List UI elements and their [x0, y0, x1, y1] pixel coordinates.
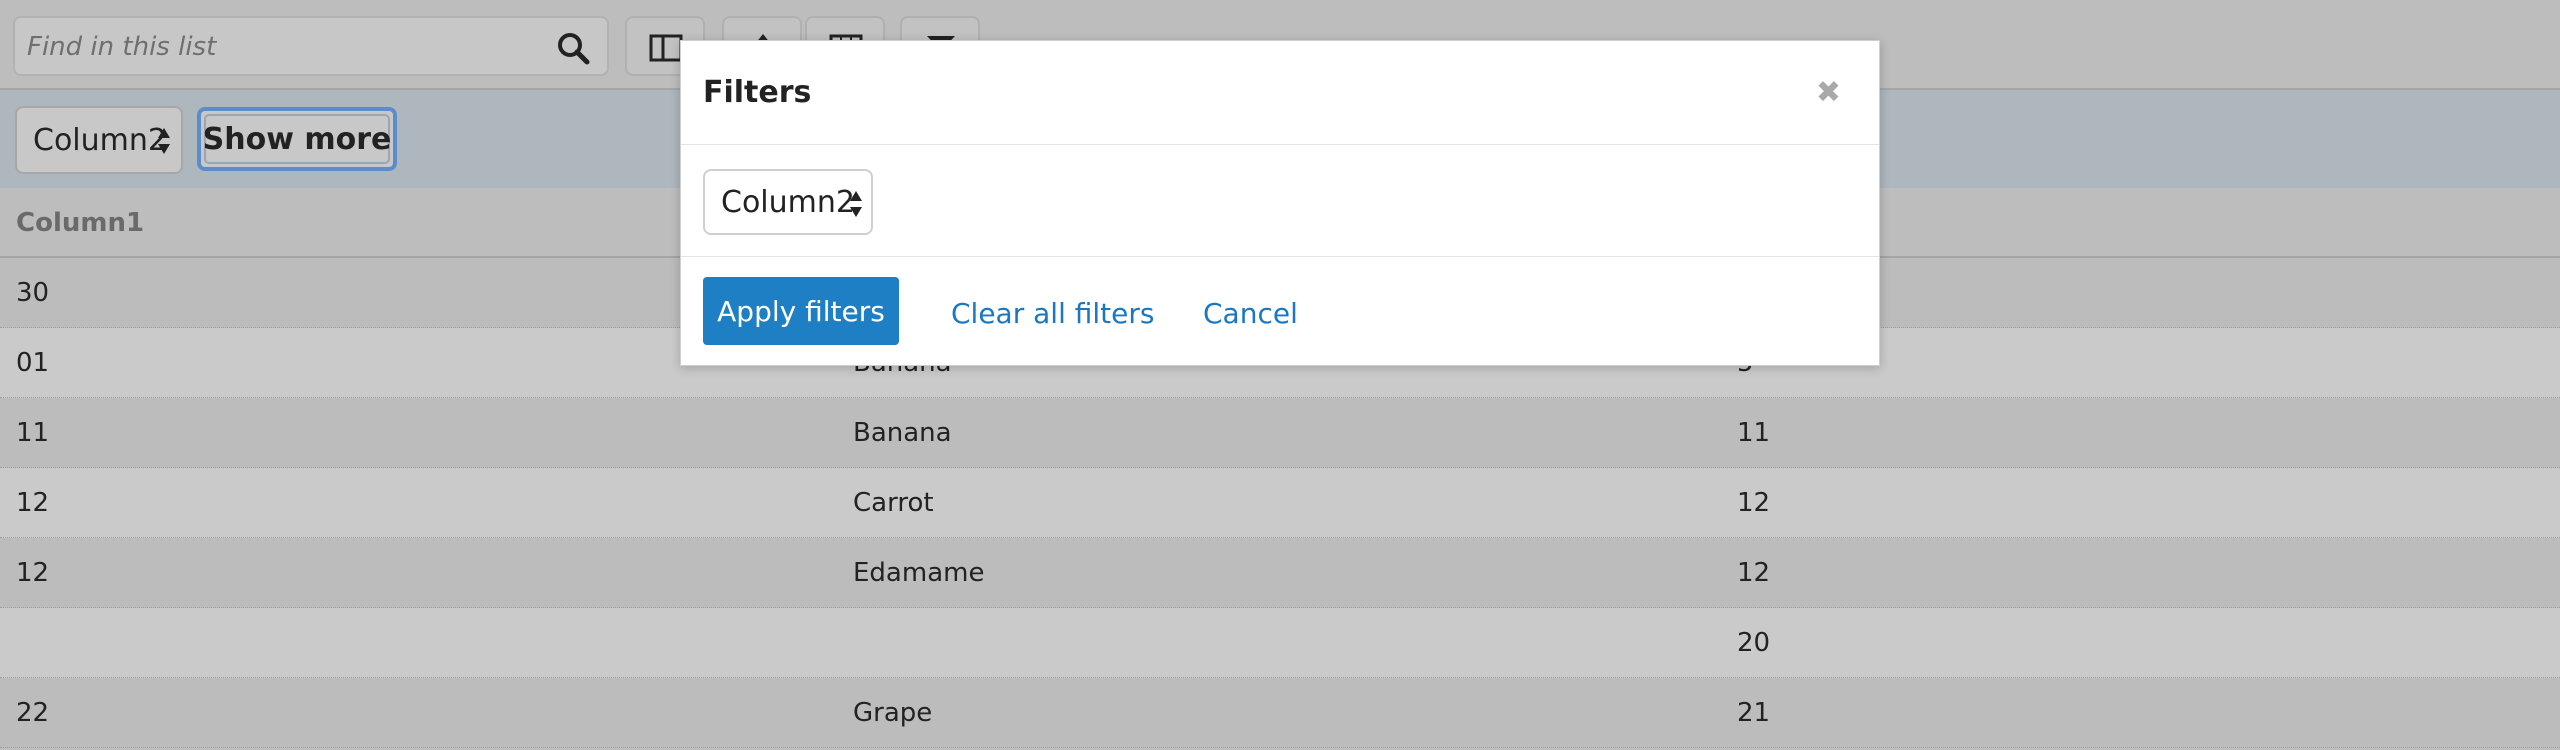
table-cell: 22 [16, 698, 50, 728]
search-input[interactable] [27, 27, 527, 67]
close-icon[interactable]: ✖ [1816, 75, 1841, 110]
table-cell: 11 [16, 418, 50, 448]
column-filter-select[interactable]: Column2 [703, 169, 873, 235]
column-select-value: Column2 [33, 122, 167, 158]
table-cell: 30 [16, 278, 50, 308]
search-box[interactable] [13, 16, 609, 76]
chevron-updown-icon [850, 191, 862, 217]
table-cell: Grape [853, 698, 933, 728]
table-row: 12 Carrot 12 [0, 468, 2560, 538]
table-cell: 12 [16, 558, 50, 588]
filters-modal: Filters ✖ Column2 Apply filters Clear al… [680, 40, 1880, 366]
table-row: 11 Banana 11 [0, 398, 2560, 468]
cancel-link[interactable]: Cancel [1203, 297, 1298, 330]
column-header[interactable]: Column1 [16, 208, 144, 238]
table-row: 22 Grape 21 [0, 678, 2560, 748]
column-filter-select-value: Column2 [721, 184, 855, 220]
show-more-button[interactable]: Show more [197, 107, 397, 171]
apply-filters-button[interactable]: Apply filters [703, 277, 899, 345]
column-select[interactable]: Column2 [15, 106, 183, 174]
table-cell: 21 [1737, 698, 1771, 728]
table-cell: 11 [1737, 418, 1771, 448]
table-cell: 12 [1737, 558, 1771, 588]
modal-title: Filters [703, 75, 812, 110]
table-cell: 12 [16, 488, 50, 518]
clear-all-filters-link[interactable]: Clear all filters [951, 297, 1154, 330]
columns-icon [649, 34, 683, 62]
table-cell: 12 [1737, 488, 1771, 518]
modal-header: Filters ✖ [681, 41, 1879, 145]
table-cell: Edamame [853, 558, 985, 588]
table-row: 20 [0, 608, 2560, 678]
table-cell: 20 [1737, 628, 1771, 658]
table-cell: Carrot [853, 488, 934, 518]
modal-body: Column2 [681, 145, 1879, 257]
show-more-label: Show more [202, 121, 392, 157]
table-cell: 01 [16, 348, 50, 378]
table-cell: Banana [853, 418, 952, 448]
modal-footer: Apply filters Clear all filters Cancel [681, 257, 1879, 367]
chevron-updown-icon [158, 128, 170, 154]
search-icon[interactable] [555, 30, 591, 66]
table-row: 12 Edamame 12 [0, 538, 2560, 608]
